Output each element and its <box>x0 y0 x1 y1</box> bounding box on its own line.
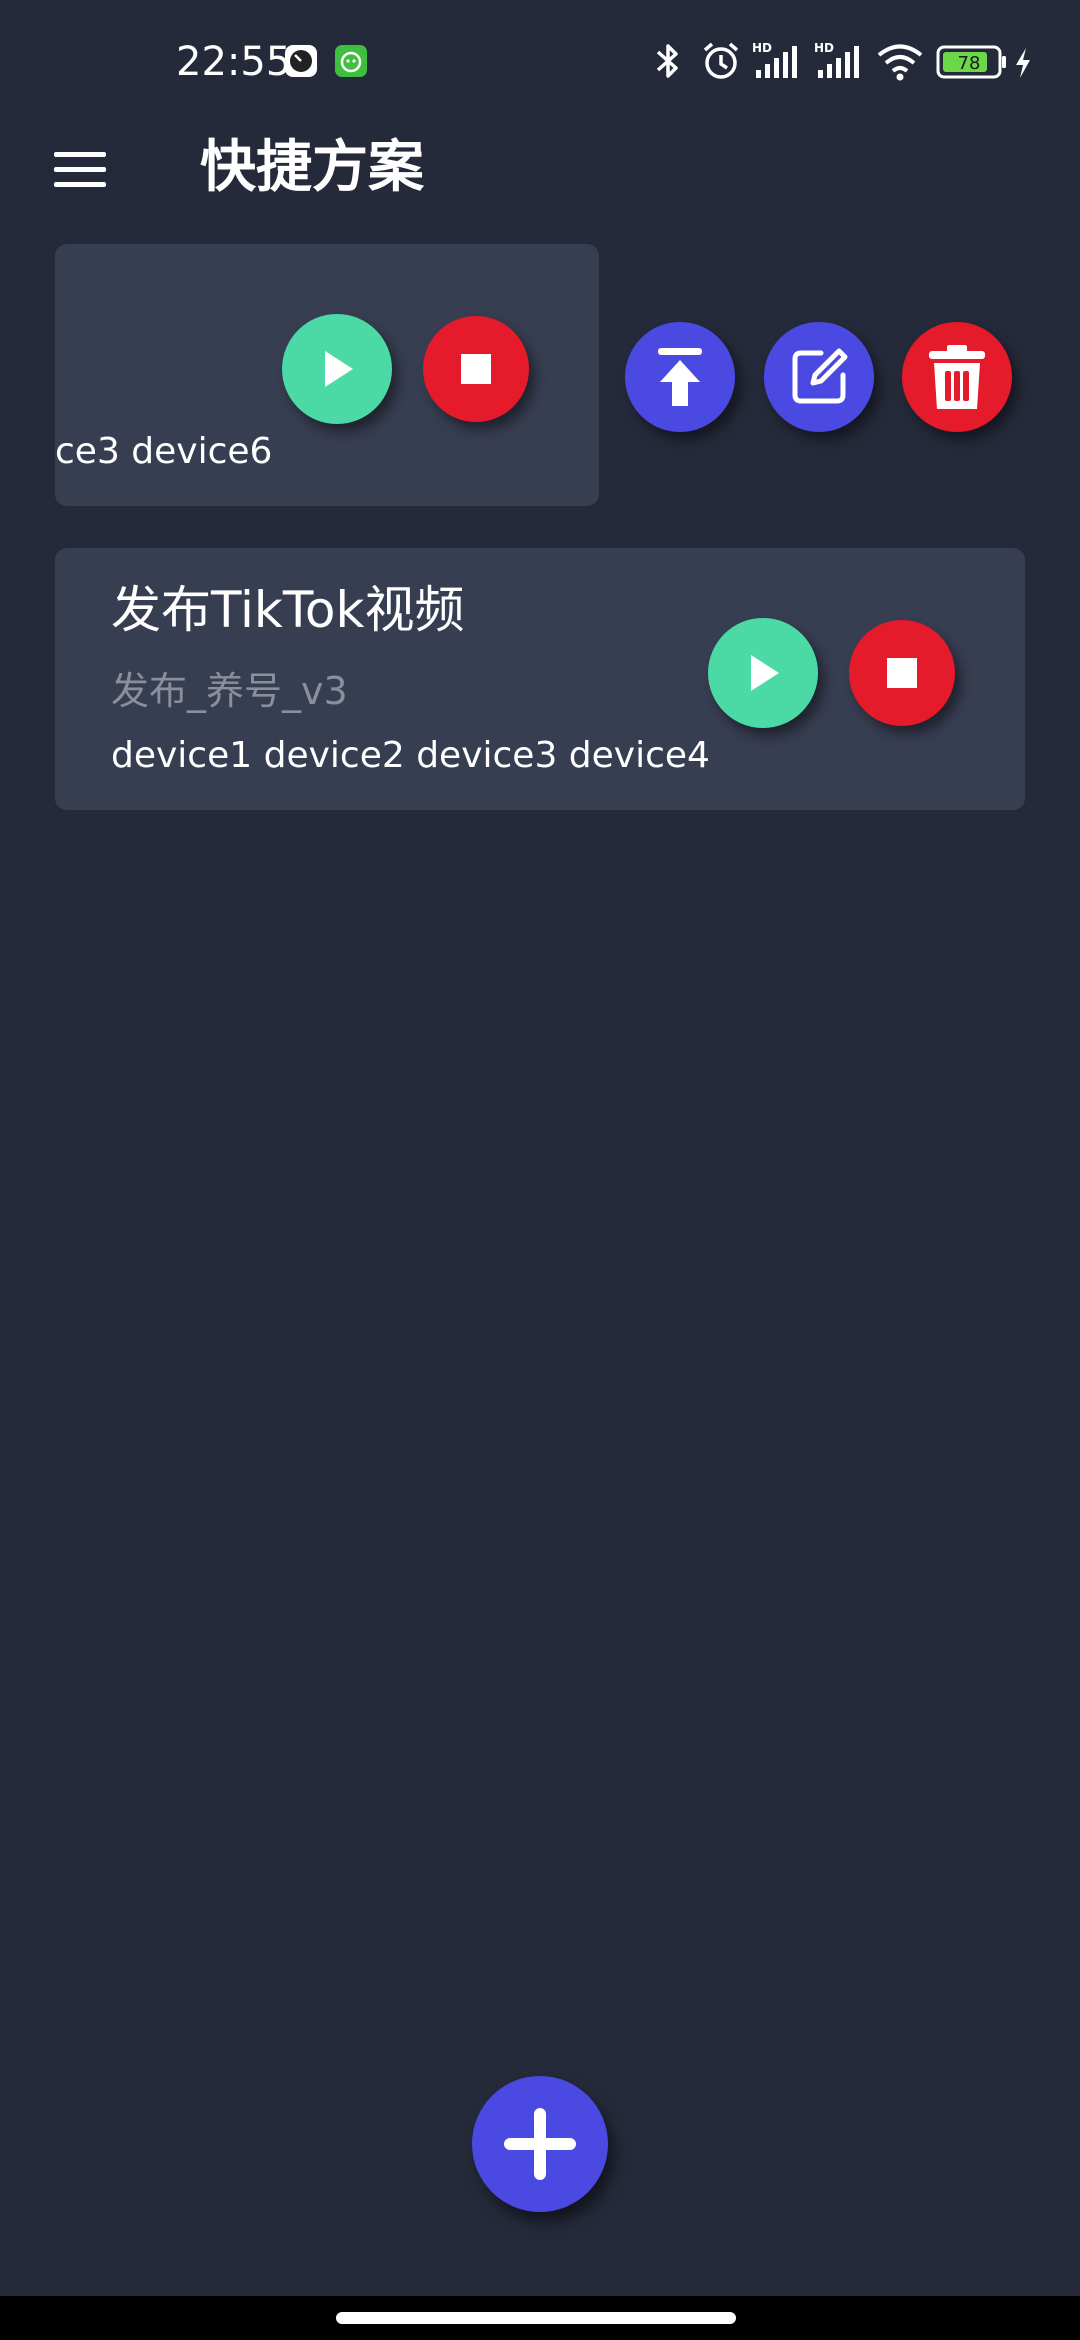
hd-signal-icon: HD <box>814 41 859 78</box>
delete-icon <box>929 345 985 409</box>
plan-devices: device1 device2 device3 device4 <box>111 735 710 776</box>
plan-subtitle: 发布_养号_v3 <box>111 669 348 713</box>
hamburger-menu-icon <box>54 152 106 187</box>
clock-app-icon <box>285 45 317 77</box>
stop-plan-button[interactable] <box>423 316 529 422</box>
stop-icon <box>461 354 491 384</box>
green-app-icon <box>335 45 367 77</box>
play-icon <box>751 655 779 691</box>
menu-button[interactable] <box>30 120 130 220</box>
alarm-icon <box>703 42 739 79</box>
plus-icon <box>504 2108 576 2180</box>
battery-level: 78 <box>958 53 981 74</box>
plan-title: 发布TikTok视频 <box>111 581 465 639</box>
run-plan-button[interactable] <box>282 314 392 424</box>
stop-plan-button[interactable] <box>849 620 955 726</box>
move-to-top-icon <box>658 348 702 406</box>
play-icon <box>325 351 353 387</box>
home-indicator[interactable] <box>336 2312 736 2324</box>
status-bar: 22:55 HD HD 78 <box>0 0 1080 120</box>
svg-text:HD: HD <box>752 41 772 55</box>
stop-icon <box>887 658 917 688</box>
charging-icon <box>1016 48 1030 78</box>
bluetooth-icon <box>656 44 678 78</box>
plan-devices: ce3 device6 <box>55 431 273 472</box>
edit-plan-button[interactable] <box>764 322 874 432</box>
status-time: 22:55 <box>176 39 292 85</box>
wifi-icon <box>877 44 923 81</box>
svg-text:HD: HD <box>814 41 834 55</box>
hd-signal-icon: HD <box>752 41 797 78</box>
add-plan-button[interactable] <box>472 2076 608 2212</box>
edit-icon <box>792 348 848 404</box>
run-plan-button[interactable] <box>708 618 818 728</box>
battery-icon: 78 <box>936 45 1006 79</box>
move-to-top-button[interactable] <box>625 322 735 432</box>
page-title: 快捷方案 <box>200 135 424 200</box>
delete-plan-button[interactable] <box>902 322 1012 432</box>
